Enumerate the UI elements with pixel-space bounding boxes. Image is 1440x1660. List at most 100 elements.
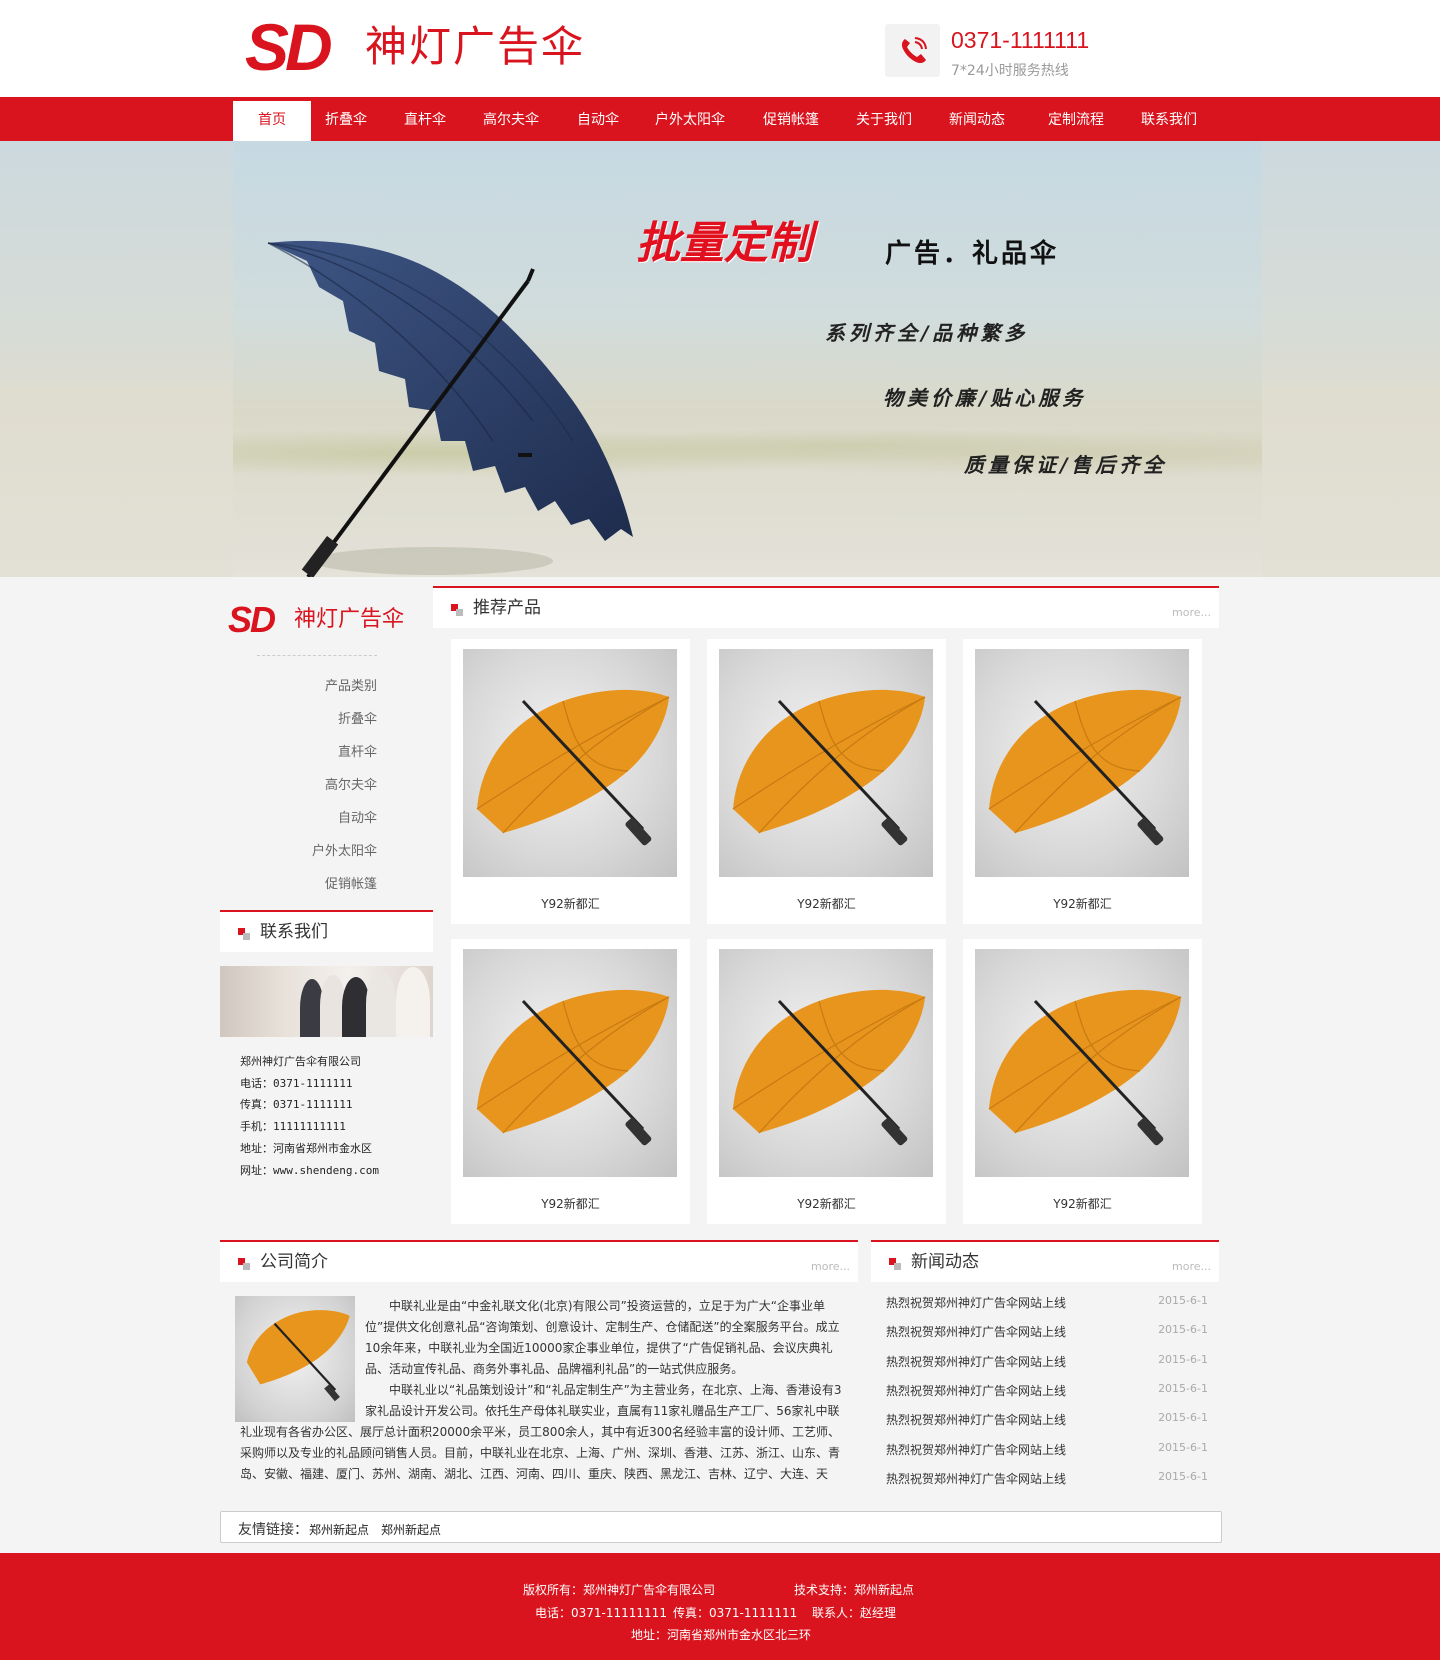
banner-subtitle: 广告．礼品伞 <box>885 239 1060 269</box>
news-item[interactable]: 热烈祝贺郑州神灯广告伞网站上线 2015-6-1 <box>886 1294 1208 1314</box>
about-section-header: 公司简介 more... <box>220 1240 858 1282</box>
friend-links-bar: 友情链接： 郑州新起点 郑州新起点 <box>220 1511 1222 1543</box>
hero-banner[interactable]: 批量定制 广告．礼品伞 系列齐全/品种繁多 物美价廉/贴心服务 质量保证/售后齐… <box>0 141 1440 577</box>
news-section-title: 新闻动态 <box>911 1252 979 1272</box>
nav-item-tent[interactable]: 促销帐篷 <box>750 101 832 141</box>
sidebar-category-outdoor[interactable]: 户外太阳伞 <box>312 840 377 859</box>
news-title[interactable]: 热烈祝贺郑州神灯广告伞网站上线 <box>886 1382 1066 1399</box>
nav-item-golf[interactable]: 高尔夫伞 <box>468 101 554 141</box>
nav-item-contact[interactable]: 联系我们 <box>1130 101 1208 141</box>
news-title[interactable]: 热烈祝贺郑州神灯广告伞网站上线 <box>886 1353 1066 1370</box>
hotline-caption: 7*24小时服务热线 <box>951 63 1069 79</box>
sidebar-category-golf[interactable]: 高尔夫伞 <box>325 774 377 793</box>
sidebar-category-straight[interactable]: 直杆伞 <box>338 741 377 760</box>
phone-icon <box>885 24 940 77</box>
product-image[interactable] <box>463 949 677 1177</box>
nav-item-folding[interactable]: 折叠伞 <box>311 101 381 141</box>
footer-tel: 电话：0371-11111111 <box>535 1606 667 1620</box>
logo-text: 神灯广告伞 <box>365 22 586 71</box>
product-image[interactable] <box>463 649 677 877</box>
news-date: 2015-6-1 <box>1158 1294 1208 1307</box>
contact-section-title: 联系我们 <box>260 922 328 942</box>
friend-link-2[interactable]: 郑州新起点 <box>381 1521 441 1538</box>
site-footer: 版权所有：郑州神灯广告伞有限公司 技术支持：郑州新起点 电话：0371-1111… <box>0 1553 1440 1660</box>
news-title[interactable]: 热烈祝贺郑州神灯广告伞网站上线 <box>886 1470 1066 1487</box>
sidebar-category-folding[interactable]: 折叠伞 <box>338 708 377 727</box>
product-name[interactable]: Y92新都汇 <box>707 1195 946 1212</box>
contact-staff-photo <box>220 966 433 1037</box>
product-name[interactable]: Y92新都汇 <box>451 895 690 912</box>
sidebar-divider <box>257 655 377 656</box>
product-card[interactable]: Y92新都汇 <box>707 939 946 1224</box>
news-date: 2015-6-1 <box>1158 1352 1208 1366</box>
nav-item-news[interactable]: 新闻动态 <box>938 101 1016 141</box>
products-section-header: 推荐产品 more... <box>433 586 1219 628</box>
sidebar-logo-text: 神灯广告伞 <box>294 607 405 632</box>
nav-item-straight[interactable]: 直杆伞 <box>388 101 462 141</box>
product-name[interactable]: Y92新都汇 <box>963 895 1202 912</box>
nav-item-about[interactable]: 关于我们 <box>845 101 923 141</box>
contact-tel: 电话：0371-1111111 <box>240 1077 353 1090</box>
site-logo[interactable]: SD 神灯广告伞 <box>245 12 605 82</box>
sidebar-category-auto[interactable]: 自动伞 <box>338 807 377 826</box>
nav-item-outdoor[interactable]: 户外太阳伞 <box>645 101 735 141</box>
umbrella-illustration <box>267 240 633 577</box>
product-image[interactable] <box>719 649 933 877</box>
product-card[interactable]: Y92新都汇 <box>963 939 1202 1224</box>
product-card[interactable]: Y92新都汇 <box>451 639 690 924</box>
logo-mark: SD <box>245 10 333 84</box>
footer-tech-support[interactable]: 技术支持：郑州新起点 <box>794 1581 914 1598</box>
product-image[interactable] <box>975 949 1189 1177</box>
news-title[interactable]: 热烈祝贺郑州神灯广告伞网站上线 <box>886 1294 1066 1311</box>
sidebar-logo-mark: SD <box>228 599 276 640</box>
sidebar-category-heading: 产品类别 <box>324 679 377 694</box>
product-image[interactable] <box>975 649 1189 877</box>
product-card[interactable]: Y92新都汇 <box>451 939 690 1224</box>
about-more-link[interactable]: more... <box>811 1260 850 1273</box>
sidebar-category-tent[interactable]: 促销帐篷 <box>325 873 377 892</box>
news-title[interactable]: 热烈祝贺郑州神灯广告伞网站上线 <box>886 1323 1066 1340</box>
product-name[interactable]: Y92新都汇 <box>451 1195 690 1212</box>
friend-link-1[interactable]: 郑州新起点 <box>309 1521 369 1538</box>
footer-contact-person: 联系人：赵经理 <box>812 1606 897 1620</box>
news-item[interactable]: 热烈祝贺郑州神灯广告伞网站上线 2015-6-1 <box>886 1470 1208 1490</box>
product-card[interactable]: Y92新都汇 <box>707 639 946 924</box>
contact-section-header: 联系我们 <box>220 910 433 952</box>
products-more-link[interactable]: more... <box>1172 606 1211 619</box>
product-image[interactable] <box>719 949 933 1177</box>
nav-item-home[interactable]: 首页 <box>233 101 311 141</box>
friend-links-label: 友情链接： <box>238 1522 308 1538</box>
section-marker-icon <box>889 1258 901 1270</box>
nav-item-auto[interactable]: 自动伞 <box>560 101 636 141</box>
news-item[interactable]: 热烈祝贺郑州神灯广告伞网站上线 2015-6-1 <box>886 1353 1208 1373</box>
product-name[interactable]: Y92新都汇 <box>963 1195 1202 1212</box>
site-header: SD 神灯广告伞 0371-1111111 7*24小时服务热线 <box>0 0 1440 97</box>
news-date: 2015-6-1 <box>1158 1381 1208 1395</box>
news-date: 2015-6-1 <box>1158 1411 1208 1425</box>
contact-company: 郑州神灯广告伞有限公司 <box>240 1055 361 1068</box>
footer-fax: 传真：0371-1111111 <box>673 1606 798 1620</box>
about-image <box>235 1296 355 1422</box>
footer-copyright: 版权所有：郑州神灯广告伞有限公司 <box>523 1583 716 1597</box>
news-item[interactable]: 热烈祝贺郑州神灯广告伞网站上线 2015-6-1 <box>886 1441 1208 1461</box>
product-card[interactable]: Y92新都汇 <box>963 639 1202 924</box>
news-more-link[interactable]: more... <box>1172 1260 1211 1273</box>
banner-image: 批量定制 广告．礼品伞 系列齐全/品种繁多 物美价廉/贴心服务 质量保证/售后齐… <box>233 141 1262 577</box>
news-item[interactable]: 热烈祝贺郑州神灯广告伞网站上线 2015-6-1 <box>886 1411 1208 1431</box>
nav-item-process[interactable]: 定制流程 <box>1036 101 1116 141</box>
contact-mobile: 手机：11111111111 <box>240 1120 346 1133</box>
news-date: 2015-6-1 <box>1158 1469 1208 1483</box>
section-marker-icon <box>238 1258 250 1270</box>
news-item[interactable]: 热烈祝贺郑州神灯广告伞网站上线 2015-6-1 <box>886 1323 1208 1343</box>
news-title[interactable]: 热烈祝贺郑州神灯广告伞网站上线 <box>886 1411 1066 1428</box>
banner-line-2: 物美价廉/贴心服务 <box>883 386 1087 410</box>
news-section-header: 新闻动态 more... <box>871 1240 1219 1282</box>
banner-line-1: 系列齐全/品种繁多 <box>825 321 1029 345</box>
product-name[interactable]: Y92新都汇 <box>707 895 946 912</box>
news-item[interactable]: 热烈祝贺郑州神灯广告伞网站上线 2015-6-1 <box>886 1382 1208 1402</box>
news-title[interactable]: 热烈祝贺郑州神灯广告伞网站上线 <box>886 1441 1066 1458</box>
section-marker-icon <box>238 928 250 940</box>
contact-website: 网址：www.shendeng.com <box>240 1164 379 1177</box>
news-date: 2015-6-1 <box>1158 1440 1208 1454</box>
contact-fax: 传真：0371-1111111 <box>240 1098 353 1111</box>
